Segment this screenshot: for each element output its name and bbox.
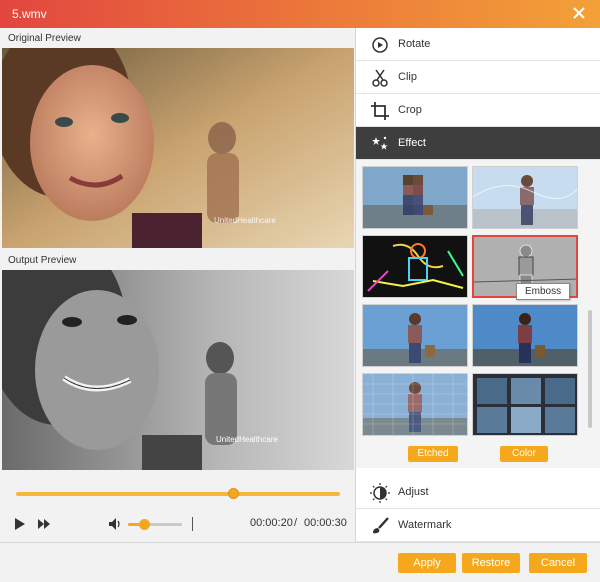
footer-bar: Apply Restore Cancel	[0, 542, 600, 582]
brush-icon	[373, 517, 389, 534]
total-time: 00:00:30	[304, 517, 347, 529]
scissors-icon	[372, 69, 388, 87]
menu-crop[interactable]: Crop	[356, 94, 600, 127]
rotate-icon	[372, 37, 388, 53]
menu-rotate[interactable]: Rotate	[356, 28, 600, 61]
original-preview: UnitedHealthcare	[2, 48, 354, 248]
fast-forward-icon[interactable]	[38, 519, 50, 529]
stars-icon	[372, 136, 388, 150]
playback-controls: 00:00:20 / 00:00:30	[0, 512, 356, 536]
close-icon[interactable]	[572, 6, 586, 20]
menu-effect[interactable]: Effect	[356, 127, 600, 160]
original-preview-label: Original Preview	[8, 33, 81, 44]
effect-thumb-pixelate[interactable]	[362, 166, 468, 229]
effect-thumb-canvas[interactable]	[362, 373, 468, 436]
current-time: 00:00:20	[250, 517, 293, 529]
menu-clip[interactable]: Clip	[356, 61, 600, 94]
menu-adjust[interactable]: Adjust	[356, 476, 600, 509]
output-watermark-text: UnitedHealthcare	[216, 435, 278, 444]
divider	[192, 517, 193, 531]
menu-effect-label: Effect	[398, 137, 426, 149]
effect-thumb-normal[interactable]	[362, 304, 468, 367]
menu-crop-label: Crop	[398, 104, 422, 116]
restore-button[interactable]: Restore	[462, 553, 520, 573]
effect-thumb-neon[interactable]	[362, 235, 468, 298]
effect-scrollbar[interactable]	[588, 310, 592, 428]
output-preview-label: Output Preview	[8, 255, 77, 266]
effect-thumb-sketch[interactable]	[472, 166, 578, 229]
timeline-thumb[interactable]	[228, 488, 240, 499]
menu-watermark[interactable]: Watermark	[356, 509, 600, 542]
volume-slider[interactable]	[128, 519, 182, 530]
output-preview: UnitedHealthcare	[2, 270, 354, 470]
apply-button[interactable]: Apply	[398, 553, 456, 573]
play-icon[interactable]	[14, 517, 26, 531]
cancel-button[interactable]: Cancel	[529, 553, 587, 573]
menu-rotate-label: Rotate	[398, 38, 431, 50]
timeline-slider[interactable]	[16, 488, 340, 499]
effect-tooltip: Emboss	[516, 283, 571, 300]
menu-clip-label: Clip	[398, 71, 417, 83]
contrast-icon	[370, 483, 390, 503]
time-separator: /	[294, 517, 298, 529]
effect-tag-etched[interactable]: Etched	[408, 446, 458, 462]
menu-watermark-label: Watermark	[398, 519, 452, 531]
volume-icon[interactable]	[108, 517, 122, 531]
effect-gallery: Emboss Etched Color	[356, 160, 600, 468]
crop-icon	[371, 102, 389, 120]
effect-thumb-tiles[interactable]	[472, 373, 578, 436]
preview-pane: Original Preview UnitedHealthcare Output…	[0, 28, 356, 542]
menu-adjust-label: Adjust	[398, 486, 429, 498]
effect-tag-color[interactable]: Color	[500, 446, 548, 462]
edit-panel: Rotate Clip Crop Effect Emboss Etched Co…	[356, 28, 600, 542]
effect-thumb-sharpen[interactable]	[472, 304, 578, 367]
volume-thumb[interactable]	[139, 519, 151, 530]
title-bar: 5.wmv	[0, 0, 600, 28]
watermark-text: UnitedHealthcare	[214, 216, 276, 225]
window-title: 5.wmv	[12, 7, 47, 21]
